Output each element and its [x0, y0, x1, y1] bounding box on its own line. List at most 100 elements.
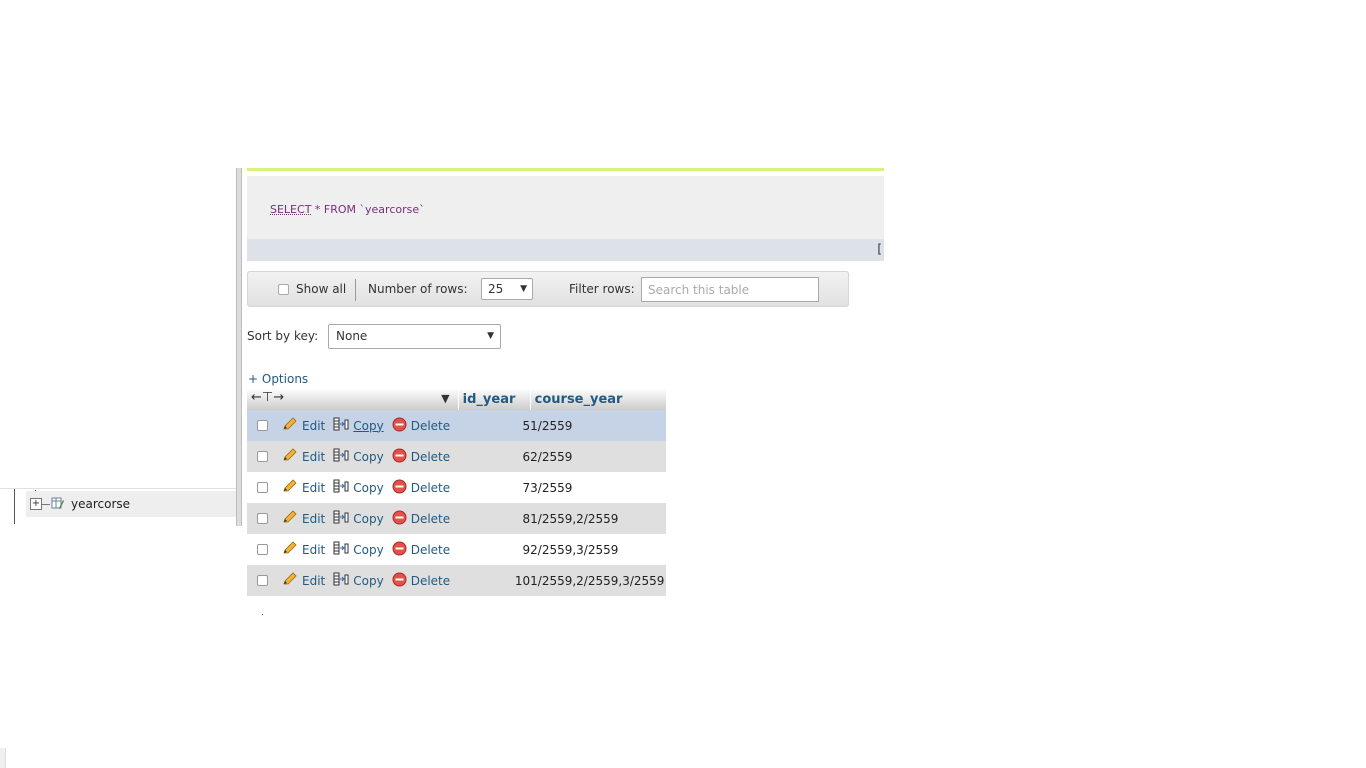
edit-button[interactable]: Edit	[282, 572, 325, 589]
delete-label[interactable]: Delete	[411, 512, 450, 526]
sidebar-resize-handle[interactable]	[236, 168, 242, 526]
row-checkbox[interactable]	[257, 451, 268, 462]
edit-label[interactable]: Edit	[302, 419, 325, 433]
edit-label[interactable]: Edit	[302, 543, 325, 557]
table-row: Edit Copy Delete 5 1/2559	[247, 410, 667, 441]
row-actions-cell: Edit Copy Delete	[247, 503, 459, 534]
edit-button[interactable]: Edit	[282, 448, 325, 465]
pencil-icon	[282, 417, 298, 434]
row-checkbox[interactable]	[257, 420, 268, 431]
delete-label[interactable]: Delete	[411, 419, 450, 433]
column-header-id-year[interactable]: id_year	[458, 388, 531, 410]
chevron-down-icon: ▼	[487, 331, 494, 341]
pencil-icon	[282, 572, 298, 589]
copy-label[interactable]: Copy	[353, 450, 383, 464]
column-header-course-year[interactable]: course_year	[530, 388, 667, 410]
delete-icon	[392, 417, 407, 435]
copy-button[interactable]: Copy	[333, 572, 384, 589]
delete-button[interactable]: Delete	[392, 572, 450, 590]
sql-query-text: SELECT * FROM `yearcorse`	[270, 203, 425, 216]
edit-button[interactable]: Edit	[282, 417, 325, 434]
copy-label[interactable]: Copy	[353, 543, 383, 557]
delete-button[interactable]: Delete	[392, 479, 450, 497]
edit-button[interactable]: Edit	[282, 510, 325, 527]
sql-tools-bracket: [	[877, 242, 882, 256]
copy-icon	[333, 448, 349, 465]
column-resize-arrows-icon[interactable]: ←⊤→	[251, 390, 284, 405]
delete-label[interactable]: Delete	[411, 481, 450, 495]
copy-label[interactable]: Copy	[353, 481, 383, 495]
sql-success-bar	[247, 168, 884, 171]
cell-course-year: 1/2559	[530, 410, 667, 441]
copy-label[interactable]: Copy	[353, 574, 383, 588]
row-checkbox[interactable]	[257, 482, 268, 493]
copy-label[interactable]: Copy	[353, 419, 383, 433]
row-actions-cell: Edit Copy Delete	[247, 441, 459, 472]
table-row: Edit Copy Delete 10 1/2559,2/2559,3/2559	[247, 565, 667, 596]
show-all-checkbox[interactable]	[278, 284, 289, 295]
options-link[interactable]: + Options	[248, 372, 308, 386]
copy-button[interactable]: Copy	[333, 479, 384, 496]
delete-label[interactable]: Delete	[411, 543, 450, 557]
sql-query-box: SELECT * FROM `yearcorse`	[247, 176, 884, 239]
sidebar-item-yearcorse[interactable]: + yearcorse	[26, 491, 240, 517]
table-header-row: ←⊤→ ▼ id_year course_year	[247, 388, 667, 410]
cell-id-year: 6	[458, 441, 531, 472]
cell-id-year: 8	[458, 503, 531, 534]
rows-count-select[interactable]: 25 ▼	[481, 278, 533, 300]
row-actions-cell: Edit Copy Delete	[247, 534, 459, 565]
sort-key-select[interactable]: None ▼	[328, 324, 501, 349]
delete-icon	[392, 541, 407, 559]
copy-icon	[333, 417, 349, 434]
delete-icon	[392, 479, 407, 497]
delete-icon	[392, 510, 407, 528]
sql-tools-bar: [	[247, 239, 884, 261]
delete-button[interactable]: Delete	[392, 417, 450, 435]
row-checkbox[interactable]	[257, 544, 268, 555]
tree-line	[14, 489, 15, 525]
divider	[355, 279, 356, 301]
copy-button[interactable]: Copy	[333, 448, 384, 465]
edit-button[interactable]: Edit	[282, 541, 325, 558]
copy-icon	[333, 479, 349, 496]
rows-count-value: 25	[488, 282, 504, 296]
show-all-label[interactable]: Show all	[296, 282, 346, 296]
delete-label[interactable]: Delete	[411, 574, 450, 588]
delete-label[interactable]: Delete	[411, 450, 450, 464]
plus-square-icon[interactable]: +	[30, 498, 42, 510]
table-row: Edit Copy Delete 7 3/2559	[247, 472, 667, 503]
copy-button[interactable]: Copy	[333, 510, 384, 527]
edit-label[interactable]: Edit	[302, 481, 325, 495]
copy-button[interactable]: Copy	[333, 541, 384, 558]
edit-label[interactable]: Edit	[302, 512, 325, 526]
edit-button[interactable]: Edit	[282, 479, 325, 496]
table-row: Edit Copy Delete 6 2/2559	[247, 441, 667, 472]
cell-course-year: 2/2559,3/2559	[530, 534, 667, 565]
cell-course-year: 3/2559	[530, 472, 667, 503]
table-row: Edit Copy Delete 9 2/2559,3/2559	[247, 534, 667, 565]
delete-icon	[392, 572, 407, 590]
filter-rows-label: Filter rows:	[569, 282, 635, 296]
copy-icon	[333, 572, 349, 589]
edit-label[interactable]: Edit	[302, 450, 325, 464]
sidebar-item-label[interactable]: yearcorse	[71, 497, 130, 511]
pencil-icon	[282, 448, 298, 465]
pencil-icon	[282, 541, 298, 558]
rows-count-label: Number of rows:	[368, 282, 468, 296]
table-icon[interactable]	[51, 496, 65, 513]
sql-keyword-link[interactable]: SELECT	[270, 203, 311, 216]
tree-connector	[42, 503, 50, 505]
delete-button[interactable]: Delete	[392, 448, 450, 466]
filter-rows-input[interactable]	[641, 277, 819, 302]
copy-label[interactable]: Copy	[353, 512, 383, 526]
delete-button[interactable]: Delete	[392, 510, 450, 528]
copy-button[interactable]: Copy	[333, 417, 384, 434]
row-checkbox[interactable]	[257, 575, 268, 586]
cell-id-year: 5	[458, 410, 531, 441]
dot	[262, 614, 263, 615]
edit-label[interactable]: Edit	[302, 574, 325, 588]
triangle-down-icon[interactable]: ▼	[441, 392, 449, 405]
sort-key-value: None	[336, 329, 368, 343]
row-checkbox[interactable]	[257, 513, 268, 524]
delete-button[interactable]: Delete	[392, 541, 450, 559]
